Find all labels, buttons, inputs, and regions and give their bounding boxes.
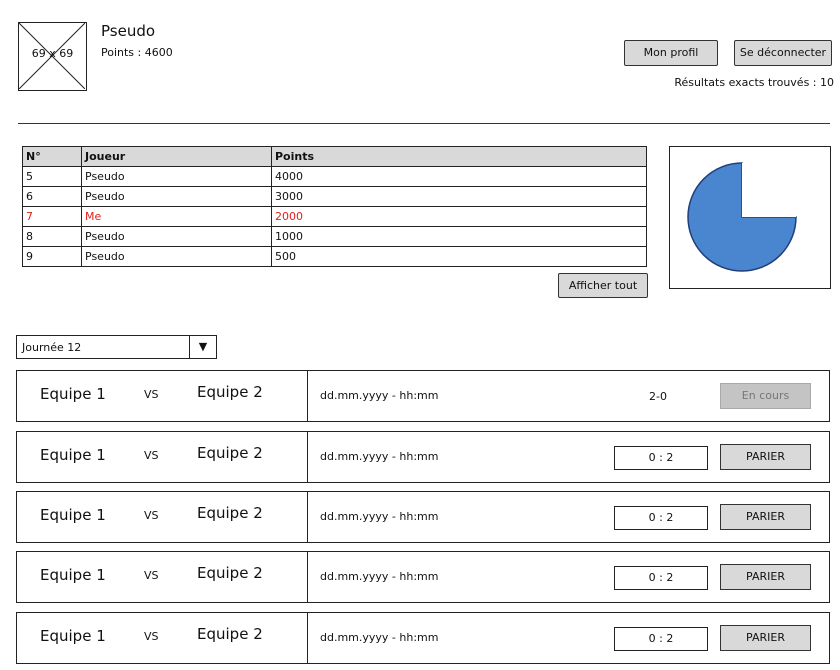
ranking-table: N° Joueur Points 5 Pseudo 4000 6 Pseudo 3000 7… <box>22 146 647 267</box>
home-team: Equipe 1 <box>40 566 106 584</box>
match-row: Equipe 1 VS Equipe 2 dd.mm.yyyy - hh:mm 0 : … <box>16 551 830 603</box>
bet-button[interactable]: PARIER <box>720 504 811 530</box>
ranking-body: 5 Pseudo 4000 6 Pseudo 3000 7 Me 2000 8 Pseudo 1000… <box>22 166 647 267</box>
bet-score-input[interactable]: 0 : 2 <box>614 506 708 530</box>
match-score: 2-0 <box>649 390 667 403</box>
table-row: 5 Pseudo 4000 <box>22 166 647 187</box>
cell-player: Pseudo <box>81 166 272 187</box>
versus-label: VS <box>144 388 159 401</box>
table-row: 9 Pseudo 500 <box>22 246 647 267</box>
match-datetime: dd.mm.yyyy - hh:mm <box>320 389 439 402</box>
versus-label: VS <box>144 509 159 522</box>
match-status-button: En cours <box>720 383 811 409</box>
ranking-header-row: N° Joueur Points <box>22 146 647 167</box>
avatar: 69 x 69 <box>18 22 87 91</box>
cell-player: Me <box>81 206 272 227</box>
pie-slice <box>742 163 796 217</box>
match-row: Equipe 1 VS Equipe 2 dd.mm.yyyy - hh:mm 0 : … <box>16 431 830 483</box>
cell-points: 500 <box>271 246 647 267</box>
avatar-placeholder-label: 69 x 69 <box>31 47 74 60</box>
away-team: Equipe 2 <box>197 504 263 522</box>
matchday-select-value: Journée 12 <box>22 341 82 354</box>
cell-rank: 7 <box>22 206 82 227</box>
cell-player: Pseudo <box>81 186 272 207</box>
home-team: Equipe 1 <box>40 506 106 524</box>
username: Pseudo <box>101 22 156 40</box>
profile-button[interactable]: Mon profil <box>624 40 718 66</box>
versus-label: VS <box>144 569 159 582</box>
cell-rank: 5 <box>22 166 82 187</box>
cell-rank: 8 <box>22 226 82 247</box>
match-divider <box>307 432 308 482</box>
column-header-player: Joueur <box>81 146 272 167</box>
match-datetime: dd.mm.yyyy - hh:mm <box>320 570 439 583</box>
away-team: Equipe 2 <box>197 625 263 643</box>
match-divider <box>307 613 308 663</box>
versus-label: VS <box>144 449 159 462</box>
table-row: 8 Pseudo 1000 <box>22 226 647 247</box>
match-row: Equipe 1 VS Equipe 2 dd.mm.yyyy - hh:mm 0 : … <box>16 612 830 664</box>
bet-score-input[interactable]: 0 : 2 <box>614 566 708 590</box>
home-team: Equipe 1 <box>40 385 106 403</box>
column-header-rank: N° <box>22 146 82 167</box>
show-all-button[interactable]: Afficher tout <box>558 273 648 298</box>
cell-points: 2000 <box>271 206 647 227</box>
away-team: Equipe 2 <box>197 444 263 462</box>
bet-score-input[interactable]: 0 : 2 <box>614 627 708 651</box>
pie-chart <box>687 162 797 272</box>
dropdown-arrow-icon[interactable]: ▼ <box>189 336 216 358</box>
header-divider <box>18 123 830 124</box>
exact-results-count: Résultats exacts trouvés : 10 <box>674 76 834 89</box>
bet-button[interactable]: PARIER <box>720 444 811 470</box>
match-divider <box>307 371 308 421</box>
points-chart <box>669 146 831 289</box>
cell-points: 4000 <box>271 166 647 187</box>
home-team: Equipe 1 <box>40 627 106 645</box>
cell-points: 3000 <box>271 186 647 207</box>
bet-button[interactable]: PARIER <box>720 625 811 651</box>
cell-player: Pseudo <box>81 246 272 267</box>
match-datetime: dd.mm.yyyy - hh:mm <box>320 450 439 463</box>
column-header-points: Points <box>271 146 647 167</box>
user-points: Points : 4600 <box>101 46 173 59</box>
match-row: Equipe 1 VS Equipe 2 dd.mm.yyyy - hh:mm 0 : … <box>16 491 830 543</box>
table-row: 6 Pseudo 3000 <box>22 186 647 207</box>
match-datetime: dd.mm.yyyy - hh:mm <box>320 631 439 644</box>
versus-label: VS <box>144 630 159 643</box>
cell-player: Pseudo <box>81 226 272 247</box>
away-team: Equipe 2 <box>197 383 263 401</box>
table-row: 7 Me 2000 <box>22 206 647 227</box>
cell-points: 1000 <box>271 226 647 247</box>
bet-score-input[interactable]: 0 : 2 <box>614 446 708 470</box>
match-divider <box>307 552 308 602</box>
match-datetime: dd.mm.yyyy - hh:mm <box>320 510 439 523</box>
cell-rank: 6 <box>22 186 82 207</box>
matchday-select[interactable]: Journée 12 ▼ <box>16 335 217 359</box>
bet-button[interactable]: PARIER <box>720 564 811 590</box>
match-row: Equipe 1 VS Equipe 2 dd.mm.yyyy - hh:mm 2-0 E… <box>16 370 830 422</box>
away-team: Equipe 2 <box>197 564 263 582</box>
home-team: Equipe 1 <box>40 446 106 464</box>
cell-rank: 9 <box>22 246 82 267</box>
logout-button[interactable]: Se déconnecter <box>734 40 832 66</box>
match-divider <box>307 492 308 542</box>
